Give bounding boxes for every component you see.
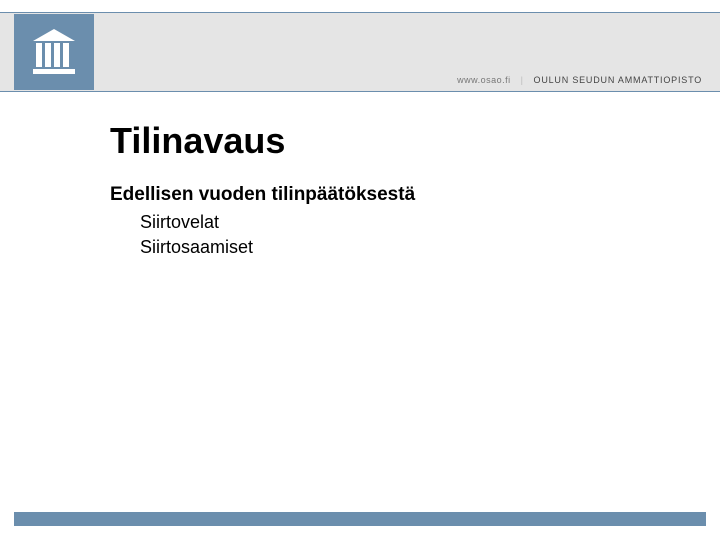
page-title: Tilinavaus [110,120,680,162]
header-url: www.osao.fi [457,75,511,85]
list-item: Siirtovelat [140,210,680,235]
building-icon [27,25,81,79]
logo [14,14,94,90]
slide: www.osao.fi | OULUN SEUDUN AMMATTIOPISTO… [0,0,720,540]
list-item: Siirtosaamiset [140,235,680,260]
header-divider: | [521,75,524,85]
content: Tilinavaus Edellisen vuoden tilinpäätöks… [110,120,680,260]
header-band: www.osao.fi | OULUN SEUDUN AMMATTIOPISTO [0,12,720,92]
header-org: OULUN SEUDUN AMMATTIOPISTO [534,75,702,85]
subtitle: Edellisen vuoden tilinpäätöksestä [110,184,680,206]
header-right: www.osao.fi | OULUN SEUDUN AMMATTIOPISTO [457,75,702,85]
footer-bar [14,512,706,526]
